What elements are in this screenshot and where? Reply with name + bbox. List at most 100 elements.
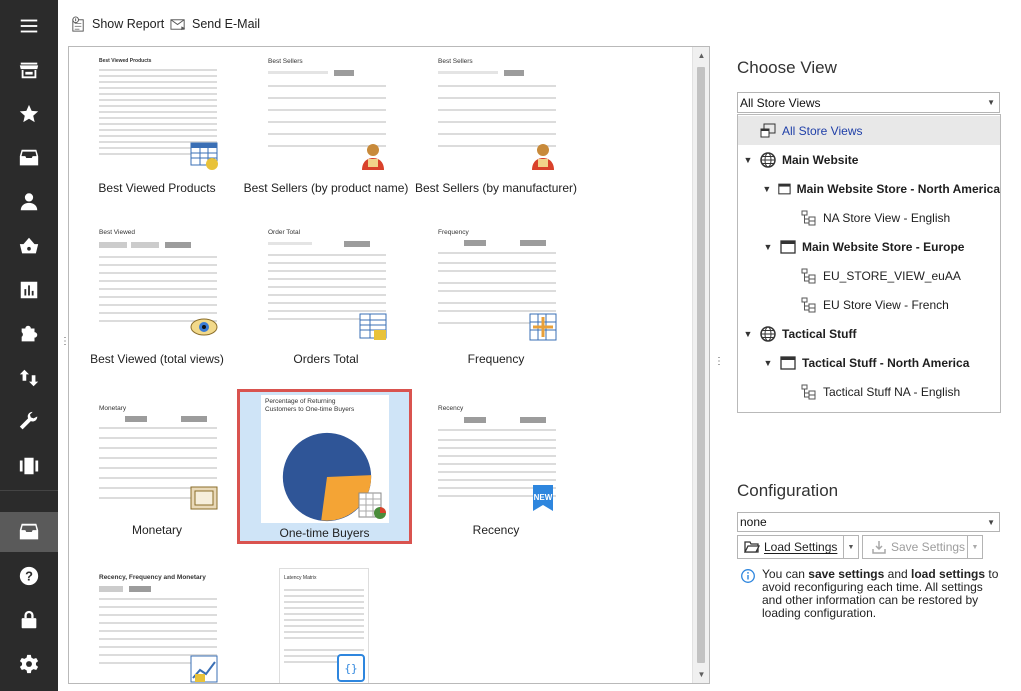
seller-icon: [532, 144, 554, 170]
configuration-info-text: You can save settings and load settings …: [762, 568, 1002, 620]
thumbnail-title: Latency Matrix: [284, 575, 317, 581]
report-thumbnail: Percentage of Returning Customers to One…: [261, 395, 389, 523]
tree-item-main-store-europe[interactable]: ▼ Main Website Store - Europe: [738, 232, 1000, 261]
report-preview-icon: [72, 15, 84, 32]
puzzle-icon[interactable]: [0, 314, 58, 354]
load-settings-button[interactable]: Load Settings ▼: [737, 535, 859, 559]
customer-icon[interactable]: [0, 182, 58, 222]
info-text-bold: save settings: [808, 567, 885, 581]
thumbnail-title: Best Viewed: [99, 229, 136, 236]
report-icon[interactable]: [0, 270, 58, 310]
save-settings-dropdown-icon[interactable]: ▼: [967, 536, 982, 558]
tree-item-label: All Store Views: [782, 123, 863, 138]
tree-item-main-store-na[interactable]: ▼ Main Website Store - North America: [738, 174, 1000, 203]
report-tile-best-viewed-total[interactable]: Best Viewed Best Viewed (total views): [71, 220, 243, 370]
report-thumbnail: Frequency: [434, 226, 560, 344]
tile-label: Best Sellers (by product name): [243, 181, 409, 195]
expand-chevron-icon[interactable]: ▼: [762, 358, 774, 368]
report-tile-rfm[interactable]: Recency, Frequency and Monetary: [71, 562, 243, 683]
lock-icon[interactable]: [0, 600, 58, 640]
thumbnail-title: Monetary: [99, 405, 127, 412]
tree-item-eu-store-view-euaa[interactable]: EU_STORE_VIEW_euAA: [738, 261, 1000, 290]
report-tile-latency-matrix[interactable]: Latency Matrix {}: [255, 562, 427, 683]
trend-chart-icon: [190, 655, 218, 683]
tree-view-icon: [801, 268, 816, 283]
tree-view-icon: [801, 210, 816, 225]
email-icon: [170, 18, 186, 30]
tree-item-label: Tactical Stuff: [782, 326, 857, 341]
save-settings-button[interactable]: Save Settings ▼: [862, 535, 983, 559]
chevron-down-icon: ▼: [987, 518, 995, 527]
help-icon[interactable]: ?: [0, 556, 58, 596]
store-icon[interactable]: [0, 50, 58, 90]
report-tile-monetary[interactable]: Monetary Monetary: [71, 391, 243, 541]
report-tile-best-sellers-manufacturer[interactable]: Best Sellers Best Sellers (by manufactur…: [410, 49, 582, 199]
report-thumbnail: Best Sellers: [434, 55, 560, 173]
folder-open-icon: [744, 541, 760, 553]
thumbnail-title: Frequency: [438, 229, 469, 236]
expand-chevron-icon[interactable]: ▼: [762, 184, 772, 194]
scroll-up-icon[interactable]: ▲: [693, 47, 709, 64]
star-icon[interactable]: [0, 94, 58, 134]
tree-view-icon: [801, 297, 816, 312]
report-thumbnail: Recency, Frequency and Monetary: [95, 568, 221, 683]
configuration-title: Configuration: [737, 481, 839, 500]
tree-item-main-website[interactable]: ▼ Main Website: [738, 145, 1000, 174]
expand-chevron-icon[interactable]: ▼: [762, 242, 774, 252]
report-thumbnail: Recency NEW: [434, 397, 560, 515]
sync-icon[interactable]: [0, 358, 58, 398]
scroll-down-icon[interactable]: ▼: [693, 666, 709, 683]
globe-icon: [760, 325, 776, 342]
thumbnail-title: Best Sellers: [268, 58, 303, 65]
thumbnail-title: Recency, Frequency and Monetary: [99, 574, 206, 581]
tree-item-na-store-view-english[interactable]: NA Store View - English: [738, 203, 1000, 232]
basket-icon[interactable]: [0, 226, 58, 266]
report-thumbnail: Best Viewed Products: [95, 55, 221, 173]
scrollbar-thumb[interactable]: [697, 67, 705, 663]
choose-view-title: Choose View: [737, 58, 837, 77]
eye-icon: [190, 318, 218, 336]
tree-item-tactical-stuff-na-english[interactable]: Tactical Stuff NA - English: [738, 377, 1000, 406]
tree-item-label: Main Website: [782, 152, 859, 167]
store-tree[interactable]: All Store Views ▼ Main Website ▼ Main We…: [737, 114, 1001, 413]
thumbnail-title: Recency: [438, 405, 464, 412]
load-settings-dropdown-icon[interactable]: ▼: [843, 536, 858, 558]
wrench-icon[interactable]: [0, 402, 58, 442]
archive-icon[interactable]: [0, 138, 58, 178]
tree-item-eu-store-view-french[interactable]: EU Store View - French: [738, 290, 1000, 319]
send-email-button[interactable]: Send E-Mail: [170, 14, 260, 34]
report-tile-one-time-buyers[interactable]: Percentage of Returning Customers to One…: [237, 389, 412, 544]
settings-icon[interactable]: [0, 644, 58, 684]
report-tile-best-viewed-products[interactable]: Best Viewed Products Best Viewed Product…: [71, 49, 243, 199]
info-text-part: and: [884, 567, 912, 581]
expand-chevron-icon[interactable]: ▼: [742, 329, 754, 339]
configuration-select[interactable]: none ▼: [737, 512, 1000, 532]
gallery-scrollbar[interactable]: ▲ ▼: [692, 47, 709, 683]
report-tile-best-sellers-product[interactable]: Best Sellers Best Sellers (by product na…: [240, 49, 412, 199]
chevron-down-icon: ▼: [987, 98, 995, 107]
info-text-bold: load settings: [911, 567, 986, 581]
show-report-button[interactable]: Show Report: [70, 14, 164, 34]
splitter-grip-right[interactable]: ⋮: [714, 357, 724, 367]
info-icon: [741, 569, 755, 583]
tree-item-all-store-views[interactable]: All Store Views: [738, 116, 1000, 145]
tile-label: Best Sellers (by manufacturer): [414, 181, 578, 195]
store-window-icon: [777, 183, 791, 194]
tile-label: Best Viewed (total views): [90, 352, 224, 366]
report-gallery[interactable]: Best Viewed Products Best Viewed Product…: [68, 46, 710, 684]
report-tile-recency[interactable]: Recency NEW Recency: [410, 391, 582, 541]
splitter-grip-left[interactable]: ⋮: [60, 337, 70, 347]
tree-item-tactical-stuff-na[interactable]: ▼ Tactical Stuff - North America: [738, 348, 1000, 377]
table-report-icon: [190, 142, 218, 170]
report-tile-orders-total[interactable]: Order Total Orders Total: [240, 220, 412, 370]
menu-icon[interactable]: [0, 6, 58, 46]
tree-item-tactical-stuff[interactable]: ▼ Tactical Stuff: [738, 319, 1000, 348]
store-view-select[interactable]: All Store Views ▼: [737, 92, 1000, 113]
carousel-icon[interactable]: [0, 446, 58, 486]
configuration-select-value: none: [740, 515, 767, 529]
report-tile-frequency[interactable]: Frequency Frequency: [410, 220, 582, 370]
toolbar: Show Report Send E-Mail: [58, 0, 1021, 46]
left-nav: ?: [0, 0, 58, 691]
expand-chevron-icon[interactable]: ▼: [742, 155, 754, 165]
inbox-icon[interactable]: [0, 512, 58, 552]
